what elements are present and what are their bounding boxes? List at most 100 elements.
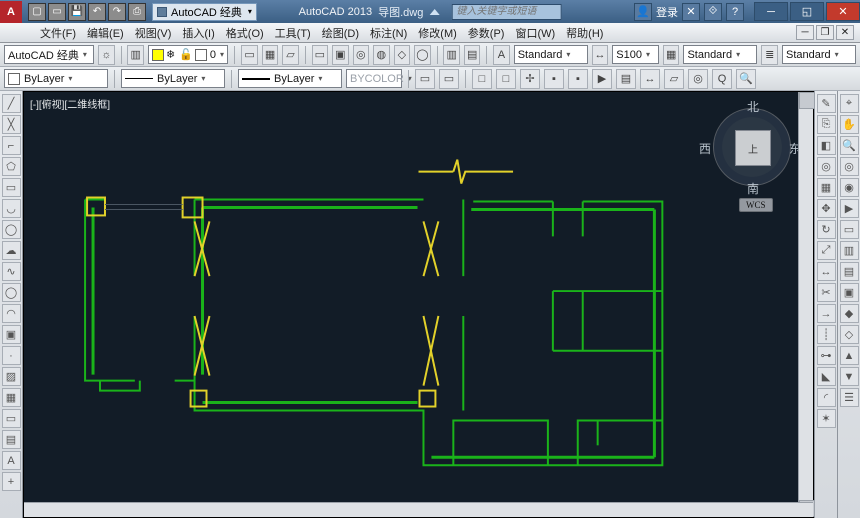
ellipse-tool[interactable]: ◯ <box>2 283 21 302</box>
search-input[interactable] <box>451 4 561 20</box>
hatch-tool[interactable]: ▨ <box>2 367 21 386</box>
misc-tool3[interactable]: ▤ <box>840 262 859 281</box>
qat-save-icon[interactable]: 💾 <box>68 3 86 21</box>
tb2-btn[interactable]: ▭ <box>439 69 459 89</box>
misc-tool4[interactable]: ▣ <box>840 283 859 302</box>
misc-tool[interactable]: ▭ <box>840 220 859 239</box>
ellarc-tool[interactable]: ◠ <box>2 304 21 323</box>
copy-tool[interactable]: ⎘ <box>817 115 836 134</box>
misc-tool6[interactable]: ◇ <box>840 325 859 344</box>
explode-tool[interactable]: ✶ <box>817 409 836 428</box>
polygon-tool[interactable]: ⬠ <box>2 157 21 176</box>
block-tool[interactable]: ▣ <box>2 325 21 344</box>
showmotion-tool[interactable]: ▶ <box>840 199 859 218</box>
wcs-badge[interactable]: WCS <box>739 198 773 212</box>
color-combo[interactable]: ByLayer ▾ <box>4 69 108 88</box>
tb-btn[interactable]: ◇ <box>394 45 411 65</box>
doc-restore-button[interactable]: ❐ <box>816 25 834 40</box>
tb-btn[interactable]: ◯ <box>414 45 431 65</box>
array-tool[interactable]: ▦ <box>817 178 836 197</box>
tb-btn[interactable]: ◎ <box>353 45 370 65</box>
mirror-tool[interactable]: ◧ <box>817 136 836 155</box>
restore-button[interactable]: ◱ <box>790 2 824 21</box>
tb-btn[interactable]: ▱ <box>282 45 299 65</box>
pan-tool[interactable]: ✋ <box>840 115 859 134</box>
gradient-tool[interactable]: ▦ <box>2 388 21 407</box>
xline-tool[interactable]: ╳ <box>2 115 21 134</box>
viewcube-west[interactable]: 西 <box>699 140 711 157</box>
menu-window[interactable]: 窗口(W) <box>515 25 555 41</box>
qat-new-icon[interactable]: ▢ <box>28 3 46 21</box>
tb-btn[interactable]: ◍ <box>373 45 390 65</box>
tb2-btn[interactable]: ✢ <box>520 69 540 89</box>
menu-help[interactable]: 帮助(H) <box>566 25 603 41</box>
dim-style-icon[interactable]: ↔ <box>592 45 609 65</box>
rect-tool[interactable]: ▭ <box>2 178 21 197</box>
tb2-btn[interactable]: 🔍 <box>736 69 756 89</box>
tb-btn[interactable]: ▦ <box>262 45 279 65</box>
menu-format[interactable]: 格式(O) <box>226 25 264 41</box>
region-tool[interactable]: ▭ <box>2 409 21 428</box>
menu-dim[interactable]: 标注(N) <box>370 25 407 41</box>
misc-tool9[interactable]: ☰ <box>840 388 859 407</box>
misc-tool8[interactable]: ▼ <box>840 367 859 386</box>
tb2-btn[interactable]: ↔ <box>640 69 660 89</box>
misc-tool7[interactable]: ▲ <box>840 346 859 365</box>
polyline-tool[interactable]: ⌐ <box>2 136 21 155</box>
workspace-combo[interactable]: AutoCAD 经典 ▾ <box>4 45 94 64</box>
misc-tool5[interactable]: ◆ <box>840 304 859 323</box>
erase-tool[interactable]: ✎ <box>817 94 836 113</box>
fillet-tool[interactable]: ◜ <box>817 388 836 407</box>
doc-minimize-button[interactable]: ─ <box>796 25 814 40</box>
scale-tool[interactable]: ⤢ <box>817 241 836 260</box>
table-style-icon[interactable]: ▦ <box>663 45 680 65</box>
dim-style-combo[interactable]: S100▾ <box>612 45 659 64</box>
addsel-tool[interactable]: + <box>2 472 21 491</box>
rotate-tool[interactable]: ↻ <box>817 220 836 239</box>
mtext-tool[interactable]: A <box>2 451 21 470</box>
tb2-btn[interactable]: ▤ <box>616 69 636 89</box>
tb2-btn[interactable]: ▪ <box>544 69 564 89</box>
mline-style-combo[interactable]: Standard▾ <box>782 45 856 64</box>
offset-tool[interactable]: ◎ <box>817 157 836 176</box>
chamfer-tool[interactable]: ◣ <box>817 367 836 386</box>
menu-modify[interactable]: 修改(M) <box>418 25 457 41</box>
qat-undo-icon[interactable]: ↶ <box>88 3 106 21</box>
circle-tool[interactable]: ◯ <box>2 220 21 239</box>
tb-btn[interactable]: ▤ <box>464 45 481 65</box>
menu-param[interactable]: 参数(P) <box>468 25 505 41</box>
horizontal-scrollbar[interactable] <box>24 502 813 517</box>
tb-btn[interactable]: ▭ <box>312 45 329 65</box>
workspace-settings-button[interactable]: ☼ <box>98 45 115 65</box>
table-style-combo[interactable]: Standard▾ <box>683 45 757 64</box>
layer-props-button[interactable]: ▥ <box>127 45 144 65</box>
tb2-btn[interactable]: ▶ <box>592 69 612 89</box>
arc-tool[interactable]: ◡ <box>2 199 21 218</box>
workspace-selector[interactable]: AutoCAD 经典 ▾ <box>152 3 257 21</box>
tb-btn[interactable]: ▥ <box>443 45 460 65</box>
tb2-btn[interactable]: □ <box>496 69 516 89</box>
drawing-canvas[interactable]: [-][俯视][二维线框] <box>23 91 814 518</box>
misc-tool2[interactable]: ▥ <box>840 241 859 260</box>
vertical-scrollbar[interactable] <box>798 92 813 517</box>
minimize-button[interactable]: ─ <box>754 2 788 21</box>
table-tool[interactable]: ▤ <box>2 430 21 449</box>
extend-tool[interactable]: → <box>817 304 836 323</box>
app-logo[interactable]: A <box>0 1 22 23</box>
break-tool[interactable]: ┊ <box>817 325 836 344</box>
trim-tool[interactable]: ✂ <box>817 283 836 302</box>
line-tool[interactable]: ╱ <box>2 94 21 113</box>
viewcube-south[interactable]: 南 <box>747 180 759 197</box>
doc-close-button[interactable]: ✕ <box>836 25 854 40</box>
stretch-tool[interactable]: ↔ <box>817 262 836 281</box>
tb2-btn[interactable]: ▱ <box>664 69 684 89</box>
join-tool[interactable]: ⊶ <box>817 346 836 365</box>
viewcube-face[interactable]: 上 <box>735 130 771 166</box>
view-cube[interactable]: 上 北 西 东 南 WCS <box>703 98 803 208</box>
text-style-combo[interactable]: Standard▾ <box>514 45 588 64</box>
cloud-icon[interactable]: ⟐ <box>704 3 722 21</box>
menu-tools[interactable]: 工具(T) <box>275 25 311 41</box>
qat-redo-icon[interactable]: ↷ <box>108 3 126 21</box>
tb2-btn[interactable]: □ <box>472 69 492 89</box>
help-icon[interactable]: ? <box>726 3 744 21</box>
